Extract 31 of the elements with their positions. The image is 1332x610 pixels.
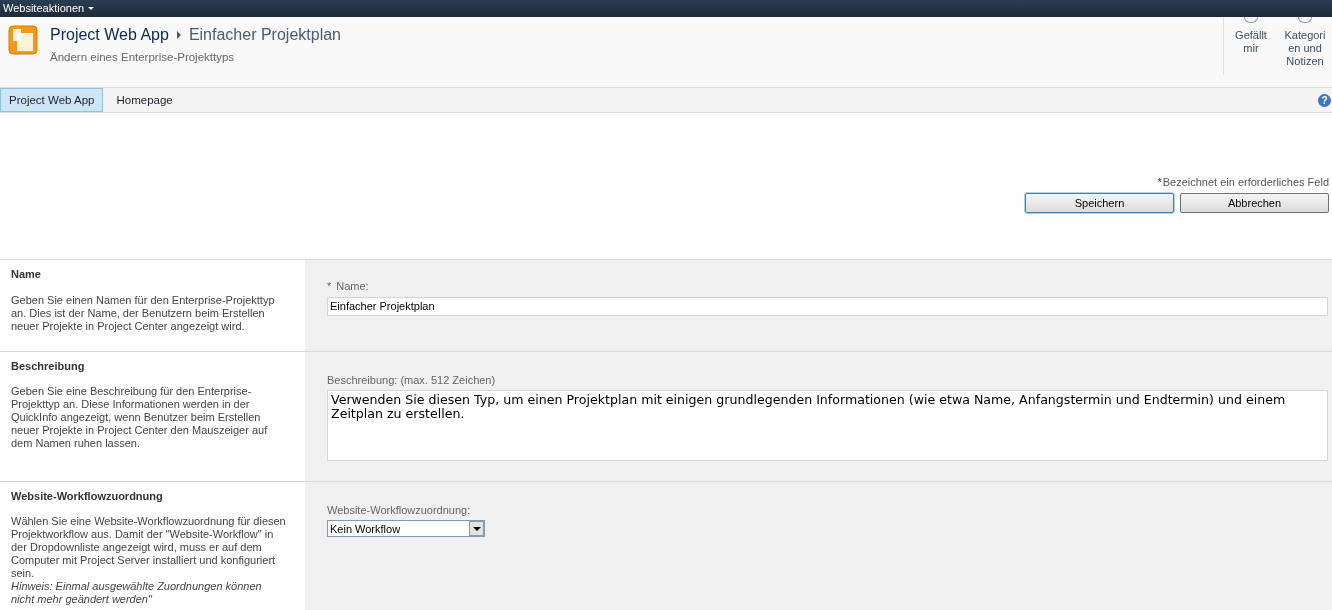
section-description: Geben Sie einen Namen für den Enterprise-Projekttyp an. Dies ist der Name, der Benutzern beim Erstellen neuer Projekte in Project Center angezeigt wird. [11, 294, 276, 333]
site-actions-menu[interactable]: Websiteaktionen [3, 0, 95, 17]
field-label: Website-Workflowzuordnung: [327, 502, 471, 518]
site-title-link[interactable]: Project Web App [50, 24, 169, 45]
social-action-button[interactable]: Kategori en und Notizen [1278, 16, 1332, 75]
section-description: Wählen Sie eine Website-Workflowzuordnung für diesen Projektworkflow aus. Damit der "Website-Workflow" in der Dropdownliste angezeigt wird, muss er auf dem Computer mit Project Server installiert und konfiguriert sein. [11, 515, 286, 581]
name-input[interactable]: Einfacher Projektplan [327, 297, 1328, 316]
section-description: Geben Sie eine Beschreibung für den Enterprise-Projekttyp an. Diese Informationen werden in der QuickInfo angezeigt, wenn Benutzer beim Erstellen neuer Projekte in Project Center den Mauszeiger auf dem Namen ruhen lassen. [11, 385, 269, 451]
nav-tab[interactable]: Project Web App [0, 88, 104, 113]
field-label: Beschreibung: (max. 512 Zeichen) [327, 372, 496, 388]
required-asterisk: * [327, 279, 332, 295]
required-asterisk: * [1157, 175, 1162, 190]
nav-tab[interactable]: Homepage [108, 88, 181, 113]
app-logo-icon [8, 24, 38, 55]
dropdown-caret-icon[interactable] [469, 521, 484, 537]
section-title: Name [11, 267, 42, 283]
form-button[interactable]: Abbrechen [1180, 193, 1329, 214]
help-icon[interactable]: ? [1318, 93, 1331, 107]
caret-icon [88, 6, 95, 10]
required-field-note: Bezeichnet ein erforderliches Feld [1162, 175, 1329, 190]
section-title: Website-Workflowzuordnung [11, 488, 164, 504]
page-subtitle: Ändern eines Enterprise-Projekttyps [50, 49, 236, 65]
section-title: Beschreibung [11, 358, 86, 374]
page-title: Einfacher Projektplan [188, 24, 341, 45]
form-button[interactable]: Speichern [1025, 193, 1174, 214]
social-action-button[interactable]: Gefällt mir [1224, 16, 1278, 75]
breadcrumb-arrow-icon [176, 30, 181, 39]
description-textarea[interactable]: Verwenden Sie diesen Typ, um einen Projektplan mit einigen grundlegenden Informationen (wie etwa Name, Anfangstermin und Endtermin) und einem Zeitplan zu erstellen. [327, 390, 1328, 462]
field-label: Name: [336, 279, 369, 295]
section-hint: Hinweis: Einmal ausgewählte Zuordnungen können nicht mehr geändert werden" [11, 580, 263, 607]
workflow-dropdown[interactable]: Kein Workflow [327, 520, 485, 538]
